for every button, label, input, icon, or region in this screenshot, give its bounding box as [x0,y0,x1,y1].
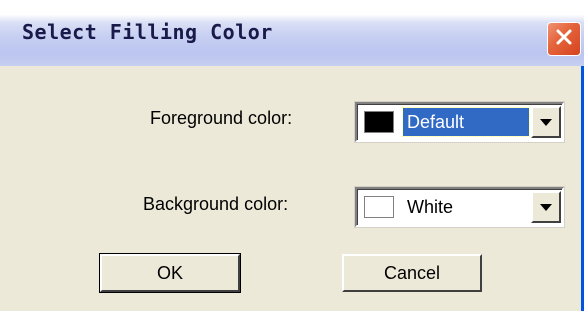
foreground-color-swatch [364,111,394,133]
background-color-dropdown[interactable]: White [354,186,565,228]
background-color-value: White [407,197,454,217]
foreground-color-dropdown[interactable]: Default [354,101,565,143]
foreground-color-value: Default [402,107,530,137]
cancel-button[interactable]: Cancel [342,254,482,292]
window-title: Select Filling Color [22,20,273,44]
dialog-body: Foreground color: Default Background col… [0,66,581,311]
background-color-swatch [364,196,394,218]
background-color-label: Background color: [143,194,289,214]
title-bar[interactable]: Select Filling Color [0,0,584,66]
foreground-dropdown-button[interactable] [531,106,561,138]
close-icon [554,27,574,52]
dialog-window: Select Filling Color Foreground color: D… [0,0,584,311]
close-button[interactable] [547,22,581,56]
chevron-down-icon [540,118,552,126]
background-dropdown-button[interactable] [531,191,561,223]
ok-button[interactable]: OK [99,253,241,293]
foreground-color-label: Foreground color: [150,108,293,128]
chevron-down-icon [540,203,552,211]
